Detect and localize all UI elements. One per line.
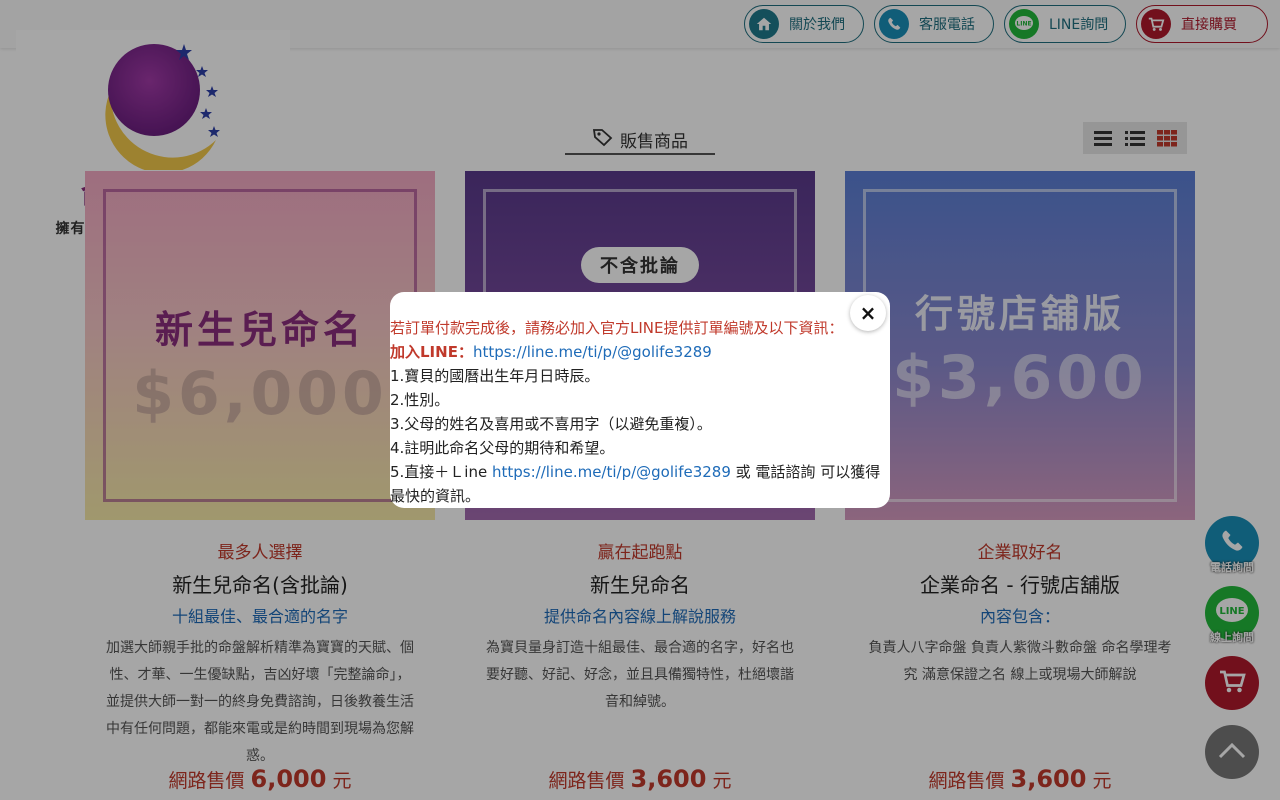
modal-item-3: 3.父母的姓名及喜用或不喜用字（以避免重複）。: [390, 415, 712, 433]
modal-item-1: 1.寶貝的國曆出生年月日時辰。: [390, 367, 600, 385]
modal-line-link[interactable]: https://line.me/ti/p/@golife3289: [473, 343, 712, 361]
modal-item-5: 5.直接＋Ｌine https://line.me/ti/p/@golife32…: [390, 460, 882, 508]
modal-intro: 若訂單付款完成後，請務必加入官方LINE提供訂單編號及以下資訊：: [390, 319, 844, 337]
order-info-modal: 若訂單付款完成後，請務必加入官方LINE提供訂單編號及以下資訊： 加入LINE：…: [390, 292, 890, 508]
modal-item-4: 4.註明此命名父母的期待和希望。: [390, 439, 615, 457]
modal-line-row: 加入LINE：https://line.me/ti/p/@golife3289: [390, 340, 882, 364]
modal-close-button[interactable]: ×: [850, 295, 886, 331]
close-icon: ×: [859, 301, 877, 325]
modal-line-label: 加入LINE：: [390, 343, 473, 361]
modal-item-5-link[interactable]: https://line.me/ti/p/@golife3289: [492, 463, 731, 481]
modal-item-5-prefix: 5.直接＋Ｌine: [390, 463, 492, 481]
modal-item-2: 2.性別。: [390, 391, 450, 409]
